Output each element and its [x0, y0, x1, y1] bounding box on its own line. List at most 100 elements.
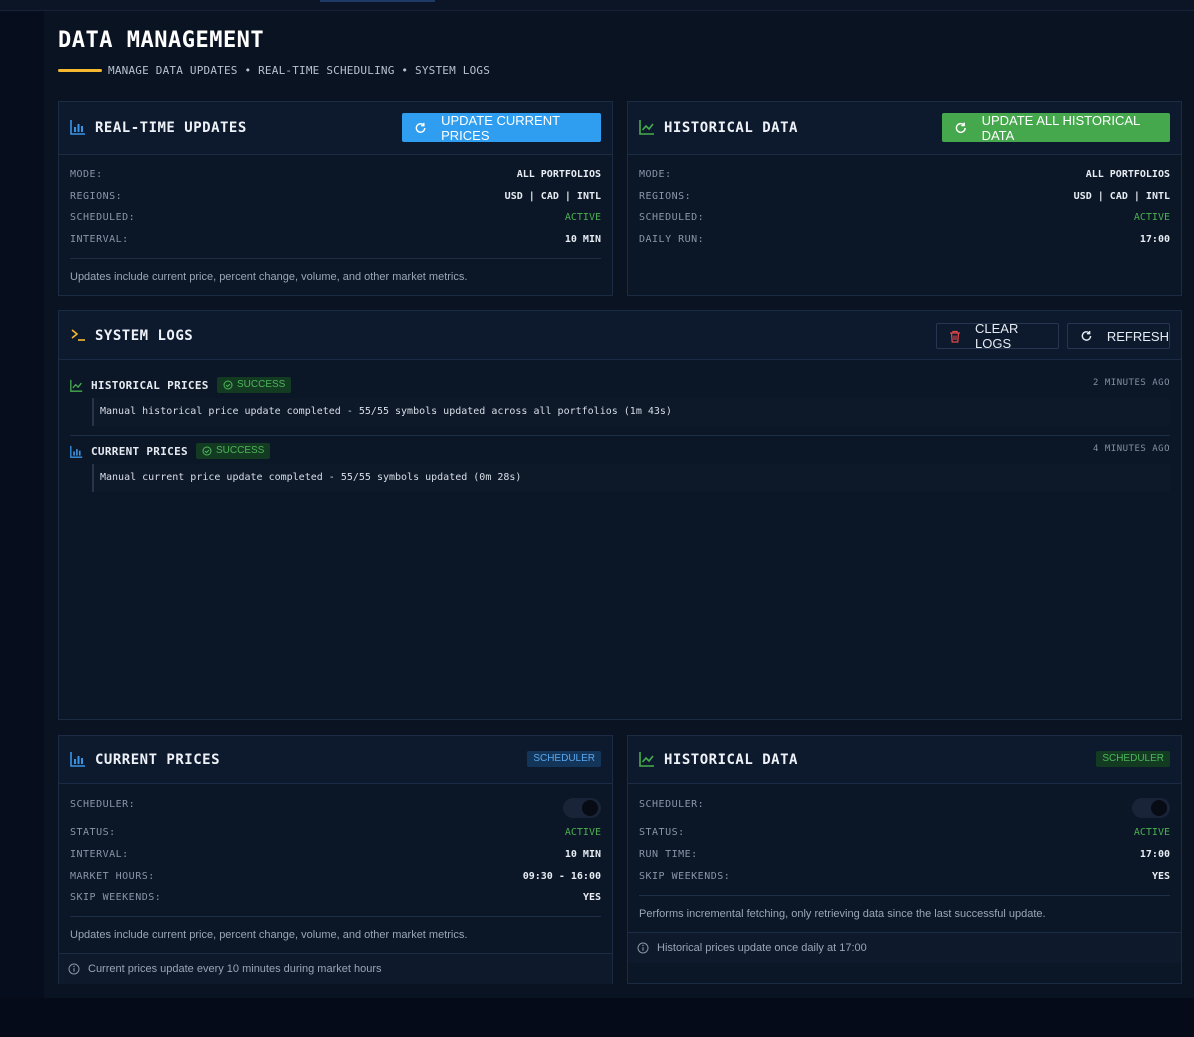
skip-weekends-row: SKIP WEEKENDS: YES — [639, 871, 1170, 885]
regions-row: REGIONS: USD | CAD | INTL — [70, 191, 601, 205]
status-row: STATUS: ACTIVE — [70, 827, 601, 841]
check-circle-icon — [202, 446, 212, 456]
update-all-historical-data-button[interactable]: UPDATE ALL HISTORICAL DATA — [942, 112, 1170, 143]
panel-note: Updates include current price, percent c… — [70, 929, 468, 941]
divider — [70, 258, 601, 259]
row-value: ALL PORTFOLIOS — [1085, 169, 1170, 180]
row-value: 10 MIN — [564, 849, 601, 860]
log-title: HISTORICAL PRICES — [91, 379, 209, 392]
scheduler-toggle[interactable] — [563, 798, 601, 818]
panel-title: REAL-TIME UPDATES — [95, 120, 247, 136]
scheduled-row: SCHEDULED: ACTIVE — [70, 212, 601, 226]
panel-title: SYSTEM LOGS — [95, 328, 194, 344]
log-title: CURRENT PRICES — [91, 445, 188, 458]
row-key: SCHEDULER: — [639, 799, 705, 810]
bar-chart-icon — [70, 752, 85, 767]
info-bar: Historical prices update once daily at 1… — [628, 932, 1181, 963]
info-icon — [637, 942, 649, 954]
refresh-icon — [1081, 330, 1092, 341]
historical-data-scheduler-panel: HISTORICAL DATA SCHEDULER SCHEDULER: STA… — [627, 735, 1182, 984]
historical-data-panel: HISTORICAL DATA UPDATE ALL HISTORICAL DA… — [627, 101, 1182, 296]
run-time-row: RUN TIME: 17:00 — [639, 849, 1170, 863]
status-value: ACTIVE — [1133, 827, 1170, 838]
daily-run-row: DAILY RUN: 17:00 — [639, 234, 1170, 248]
terminal-icon — [71, 329, 85, 341]
bar-chart-icon — [70, 445, 83, 458]
panel-header: HISTORICAL DATA SCHEDULER — [628, 736, 1181, 784]
badge-label: SUCCESS — [216, 445, 265, 456]
success-badge: SUCCESS — [196, 443, 271, 459]
active-tab-indicator — [320, 0, 435, 2]
update-current-prices-button[interactable]: UPDATE CURRENT PRICES — [402, 112, 601, 143]
title-underline — [58, 69, 102, 72]
clear-logs-button[interactable]: CLEAR LOGS — [936, 321, 1059, 351]
panel-header: SYSTEM LOGS CLEAR LOGS REFRESH — [59, 311, 1181, 360]
divider — [70, 435, 1170, 436]
panel-header: CURRENT PRICES SCHEDULER — [59, 736, 612, 784]
mode-row: MODE: ALL PORTFOLIOS — [70, 169, 601, 183]
log-message: Manual current price update completed - … — [92, 464, 1170, 492]
page-title: DATA MANAGEMENT — [58, 28, 265, 53]
left-sidebar — [0, 11, 44, 998]
panel-title: HISTORICAL DATA — [664, 752, 798, 768]
button-label: UPDATE CURRENT PRICES — [441, 112, 560, 143]
badge-label: SUCCESS — [237, 379, 286, 390]
row-key: STATUS: — [639, 827, 685, 838]
scheduled-row: SCHEDULED: ACTIVE — [639, 212, 1170, 226]
row-key: INTERVAL: — [70, 849, 129, 860]
system-logs-panel: SYSTEM LOGS CLEAR LOGS REFRESH HISTORICA… — [58, 310, 1182, 720]
mode-row: MODE: ALL PORTFOLIOS — [639, 169, 1170, 183]
line-chart-icon — [639, 120, 654, 135]
panel-title: HISTORICAL DATA — [664, 120, 798, 136]
divider — [70, 916, 601, 917]
info-bar: Current prices update every 10 minutes d… — [59, 953, 612, 984]
row-key: MODE: — [639, 169, 672, 180]
interval-row: INTERVAL: 10 MIN — [70, 849, 601, 863]
realtime-updates-panel: REAL-TIME UPDATES UPDATE CURRENT PRICES … — [58, 101, 613, 296]
row-key: REGIONS: — [639, 191, 692, 202]
toggle-knob — [582, 800, 598, 816]
current-prices-scheduler-panel: CURRENT PRICES SCHEDULER SCHEDULER: STAT… — [58, 735, 613, 984]
panel-note: Updates include current price, percent c… — [70, 271, 468, 283]
log-time: 2 MINUTES AGO — [1093, 378, 1170, 388]
interval-row: INTERVAL: 10 MIN — [70, 234, 601, 248]
row-value: ALL PORTFOLIOS — [516, 169, 601, 180]
row-value: YES — [582, 892, 601, 903]
row-key: SCHEDULED: — [639, 212, 705, 223]
success-badge: SUCCESS — [217, 377, 292, 393]
page-subtitle: MANAGE DATA UPDATES • REAL-TIME SCHEDULI… — [108, 64, 491, 77]
scheduler-row: SCHEDULER: — [70, 799, 601, 813]
regions-row: REGIONS: USD | CAD | INTL — [639, 191, 1170, 205]
panel-title: CURRENT PRICES — [95, 752, 221, 768]
info-text: Current prices update every 10 minutes d… — [88, 963, 382, 975]
bar-chart-icon — [70, 120, 85, 135]
panel-header: HISTORICAL DATA UPDATE ALL HISTORICAL DA… — [628, 102, 1181, 155]
refresh-button[interactable]: REFRESH — [1067, 323, 1170, 349]
row-value: USD | CAD | INTL — [504, 191, 601, 202]
status-value: ACTIVE — [1133, 212, 1170, 223]
row-key: REGIONS: — [70, 191, 123, 202]
top-bar — [0, 0, 1194, 11]
button-label: UPDATE ALL HISTORICAL DATA — [981, 112, 1140, 143]
row-key: SKIP WEEKENDS: — [639, 871, 731, 882]
skip-weekends-row: SKIP WEEKENDS: YES — [70, 892, 601, 906]
refresh-icon — [955, 122, 966, 133]
log-time: 4 MINUTES AGO — [1093, 444, 1170, 454]
scheduler-badge: SCHEDULER — [527, 751, 601, 767]
scheduler-badge: SCHEDULER — [1096, 751, 1170, 767]
panel-header: REAL-TIME UPDATES UPDATE CURRENT PRICES — [59, 102, 612, 155]
info-text: Historical prices update once daily at 1… — [657, 942, 867, 954]
refresh-icon — [415, 122, 426, 133]
trash-icon — [949, 330, 960, 343]
scheduler-row: SCHEDULER: — [639, 799, 1170, 813]
row-value: YES — [1151, 871, 1170, 882]
scheduler-toggle[interactable] — [1132, 798, 1170, 818]
row-key: SCHEDULED: — [70, 212, 136, 223]
status-row: STATUS: ACTIVE — [639, 827, 1170, 841]
row-key: DAILY RUN: — [639, 234, 705, 245]
row-key: STATUS: — [70, 827, 116, 838]
panel-note: Performs incremental fetching, only retr… — [639, 908, 1046, 920]
row-key: SKIP WEEKENDS: — [70, 892, 162, 903]
line-chart-icon — [639, 752, 654, 767]
line-chart-icon — [70, 379, 83, 392]
